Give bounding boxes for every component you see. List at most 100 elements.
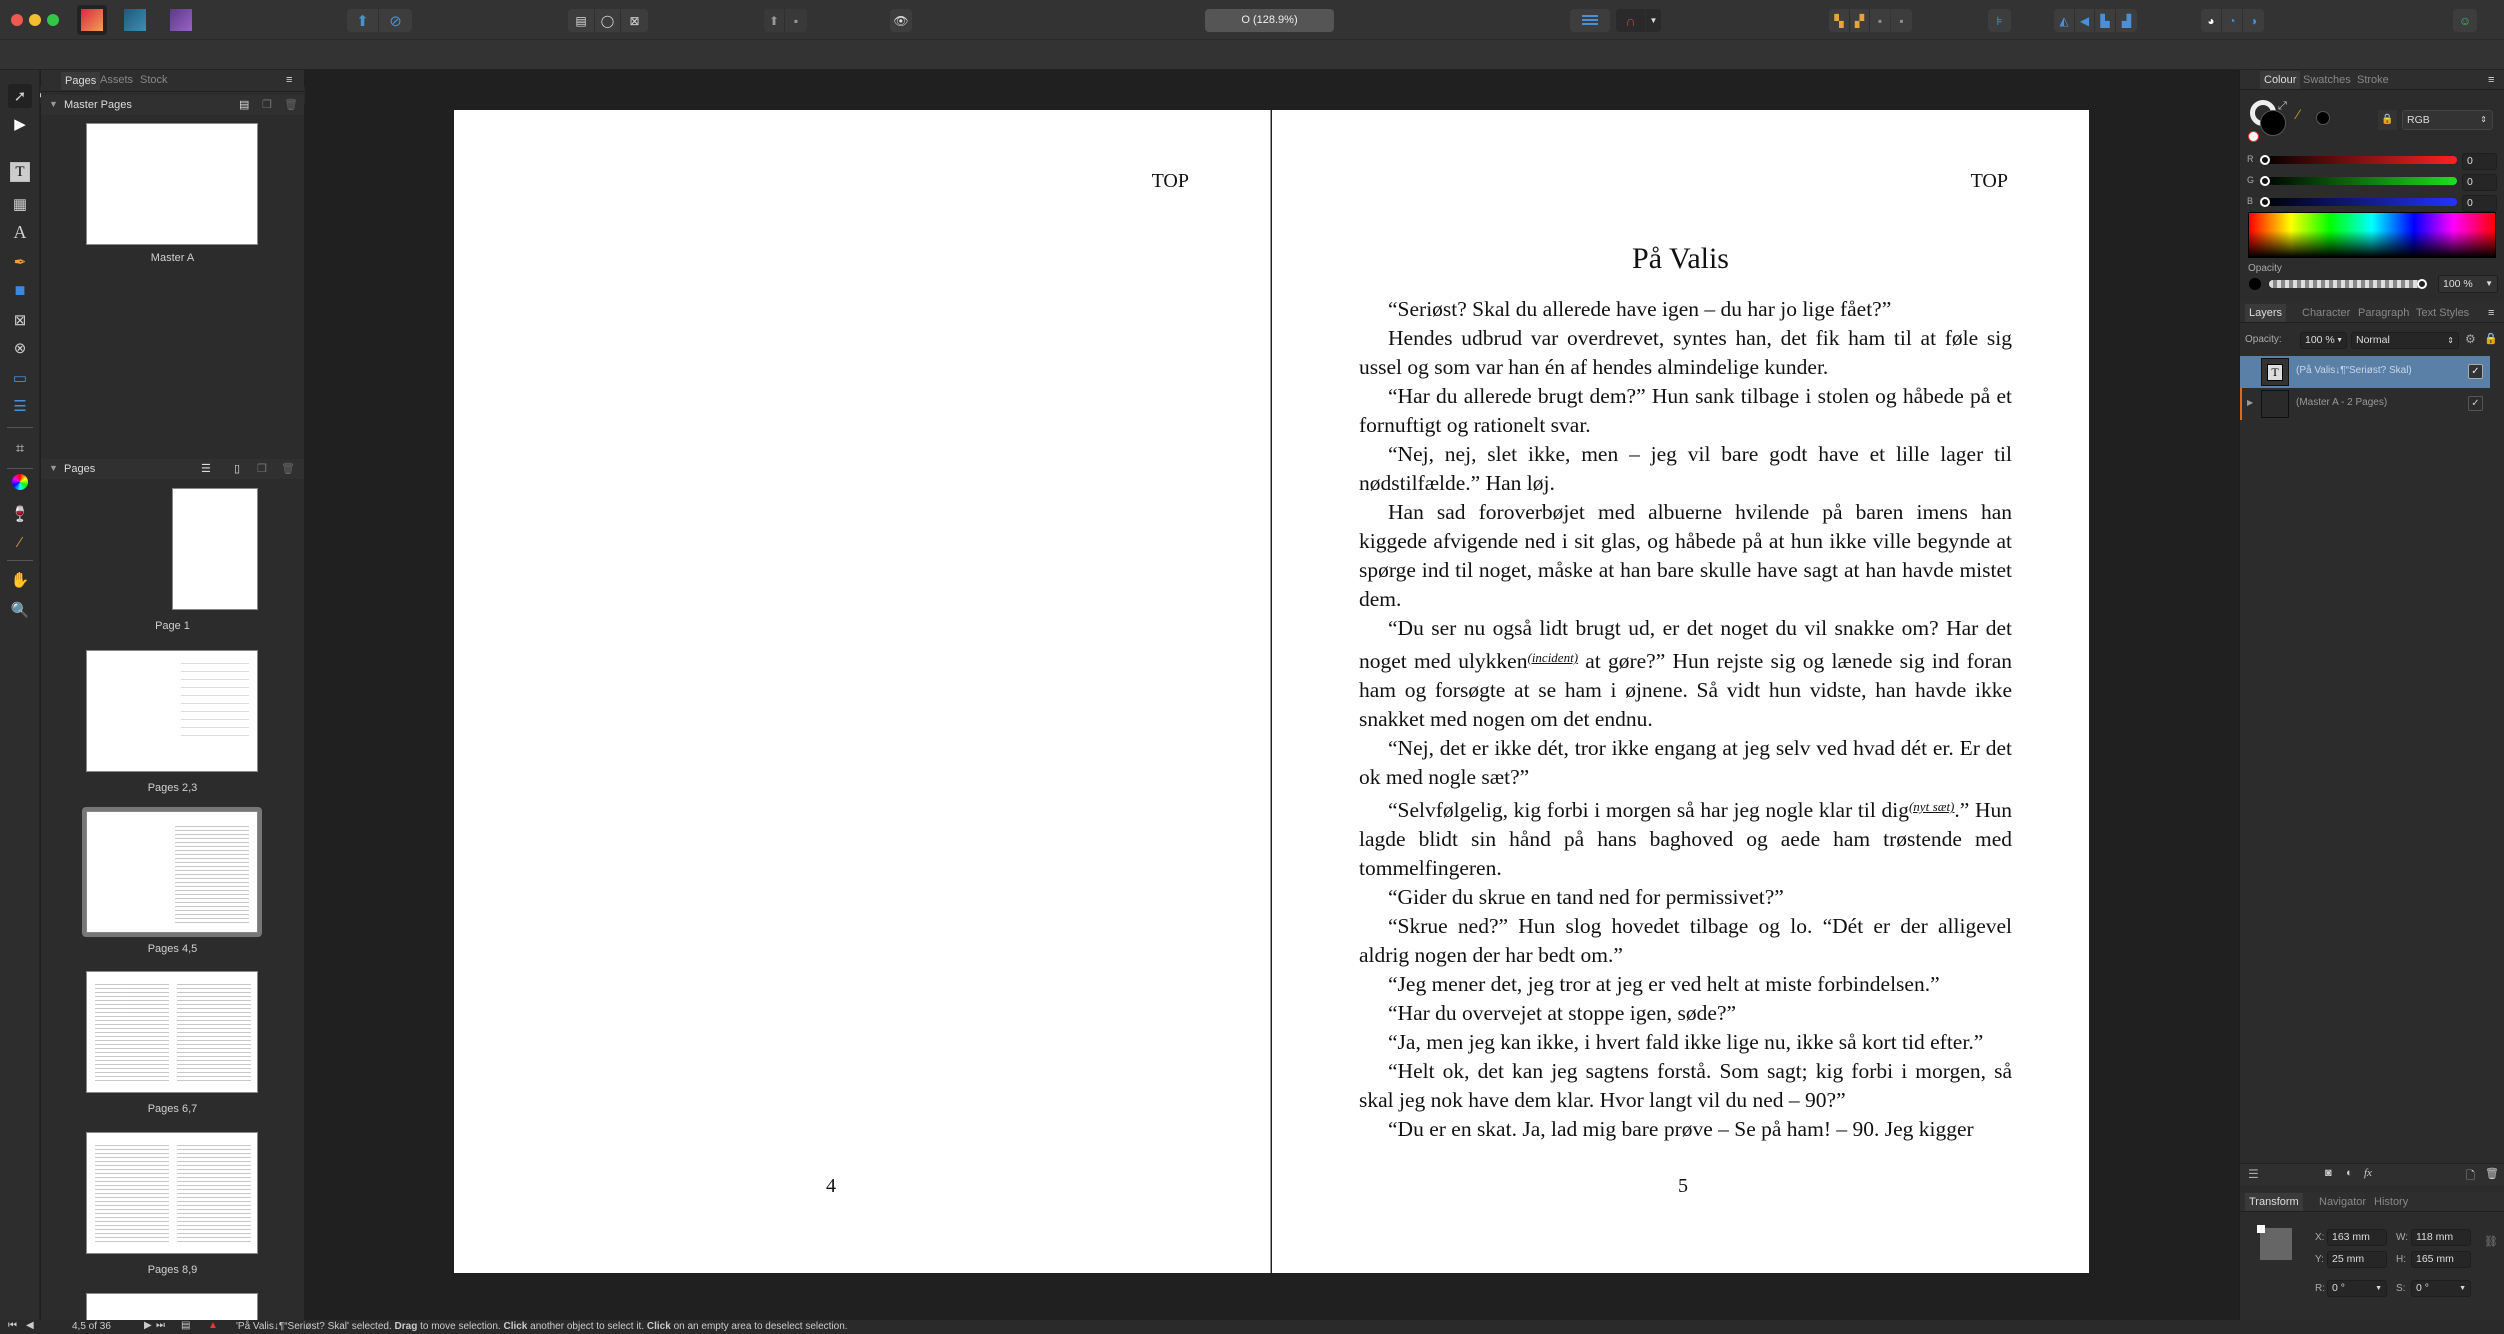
tab-stock[interactable]: Stock: [140, 74, 168, 86]
picture-frame-rectangle-icon[interactable]: ⊠: [8, 308, 32, 332]
panel-menu-icon[interactable]: ≡: [2488, 74, 2494, 86]
minimize-window-button[interactable]: [29, 14, 41, 26]
layer-opacity-field[interactable]: 100 % ▼: [2300, 332, 2347, 349]
body-text-frame[interactable]: “Seriøst? Skal du allerede have igen – d…: [1359, 295, 2012, 1144]
eyedropper-tool-icon[interactable]: ⁄: [8, 530, 32, 554]
move-back-icon[interactable]: ▚: [1829, 9, 1850, 32]
tab-paragraph[interactable]: Paragraph: [2358, 307, 2409, 319]
tab-text-styles[interactable]: Text Styles: [2416, 307, 2469, 319]
zoom-level-display[interactable]: O (128.9%): [1205, 9, 1334, 32]
blue-value-field[interactable]: 0: [2462, 195, 2497, 212]
snapping-options-dropdown[interactable]: ▼: [1646, 9, 1661, 32]
move-forward-icon[interactable]: ▞: [1850, 9, 1870, 32]
table-tool-icon[interactable]: ▦: [8, 192, 32, 216]
place-image-tool-icon[interactable]: ▭: [8, 366, 32, 390]
move-to-back-icon[interactable]: ▪: [1891, 9, 1912, 32]
rotate-right-icon[interactable]: ▟: [2116, 9, 2137, 32]
opacity-slider-knob[interactable]: [2417, 279, 2427, 289]
collapse-triangle-icon[interactable]: ▼: [49, 463, 58, 473]
add-page-icon[interactable]: ▯: [234, 462, 240, 475]
x-position-field[interactable]: 163 mm: [2327, 1229, 2387, 1246]
blend-mode-select[interactable]: Normal ⇕: [2351, 332, 2459, 349]
text-wrap-square-icon[interactable]: ▤: [568, 9, 595, 32]
designer-persona-icon[interactable]: [124, 9, 146, 31]
link-proportions-icon[interactable]: ⛓: [2484, 1235, 2498, 1248]
preview-mode-icon[interactable]: 👁: [890, 9, 912, 32]
collapse-triangle-icon[interactable]: ▼: [49, 99, 58, 109]
add-master-icon[interactable]: ▤: [239, 98, 249, 111]
panel-menu-icon[interactable]: ≡: [2488, 307, 2494, 319]
transparency-tool-icon[interactable]: 🍷: [8, 502, 32, 526]
mask-icon[interactable]: ◙: [2325, 1167, 2332, 1179]
zoom-window-button[interactable]: [47, 14, 59, 26]
flip-vertical-icon[interactable]: ◀: [2075, 9, 2095, 32]
anchor-point-active[interactable]: [2257, 1225, 2265, 1233]
master-pages-header[interactable]: ▼ Master Pages ▤ ❐ 🗑: [41, 95, 304, 115]
artistic-text-tool-icon[interactable]: A: [8, 220, 32, 244]
anchor-point-selector[interactable]: [2257, 1225, 2292, 1260]
layer-visibility-checkbox[interactable]: ✓: [2468, 364, 2483, 379]
tab-pages[interactable]: Pages: [61, 72, 101, 90]
left-page[interactable]: TOP 4: [454, 110, 1271, 1273]
baseline-grid-icon[interactable]: [1570, 9, 1610, 32]
unpin-icon[interactable]: ▪: [785, 9, 807, 32]
green-slider[interactable]: [2260, 176, 2457, 186]
pages-4-5-thumbnail[interactable]: [86, 811, 258, 933]
alert-icon[interactable]: ▲: [208, 1320, 218, 1331]
boolean-intersect-icon[interactable]: ◑: [2243, 9, 2264, 32]
page-options-icon[interactable]: ☰: [201, 462, 211, 475]
account-user-icon[interactable]: ☺: [2453, 9, 2477, 32]
no-colour-icon[interactable]: [2248, 131, 2259, 142]
right-page[interactable]: TOP På Valis “Seriøst? Skal du allerede …: [1272, 110, 2089, 1273]
flip-horizontal-icon[interactable]: ◭: [2054, 9, 2075, 32]
layer-row-selected[interactable]: T (På Valis↓¶“Seriøst? Skal) ✓: [2240, 356, 2490, 388]
colour-picker-tool-icon[interactable]: [12, 474, 28, 490]
tab-swatches[interactable]: Swatches: [2303, 74, 2351, 86]
expand-layer-icon[interactable]: ▶: [2247, 398, 2253, 407]
tab-layers[interactable]: Layers: [2245, 304, 2287, 322]
height-field[interactable]: 165 mm: [2411, 1251, 2471, 1268]
text-wrap-none-icon[interactable]: ⊠: [621, 9, 648, 32]
document-canvas[interactable]: TOP 4 TOP På Valis “Seriøst? Skal du all…: [305, 70, 2238, 1320]
tab-transform[interactable]: Transform: [2245, 1193, 2303, 1211]
opacity-field[interactable]: 100 % ▼: [2438, 275, 2498, 293]
hand-tool-icon[interactable]: ✋: [8, 568, 32, 592]
pen-tool-icon[interactable]: ✒: [8, 250, 32, 274]
tab-stroke[interactable]: Stroke: [2357, 74, 2389, 86]
crop-tool-icon[interactable]: ⌗: [8, 436, 32, 460]
align-icon[interactable]: ⊧: [1988, 9, 2011, 32]
pages-header[interactable]: ▼ Pages ☰ ▯ ❐ 🗑: [41, 459, 304, 479]
pages-2-3-thumbnail[interactable]: [86, 650, 258, 772]
red-slider-knob[interactable]: [2260, 155, 2270, 165]
tab-history[interactable]: History: [2374, 1196, 2408, 1208]
layer-settings-gear-icon[interactable]: ⚙: [2465, 332, 2476, 346]
boolean-subtract-icon[interactable]: ◔: [2222, 9, 2243, 32]
delete-master-icon[interactable]: 🗑: [284, 98, 298, 111]
opacity-slider[interactable]: [2269, 279, 2427, 289]
node-tool-icon[interactable]: ▶: [8, 112, 32, 136]
rotation-field[interactable]: 0 ° ▼: [2327, 1280, 2387, 1297]
green-slider-knob[interactable]: [2260, 176, 2270, 186]
first-spread-button[interactable]: ⏮: [8, 1320, 17, 1331]
colour-eyedropper-icon[interactable]: ⁄: [2297, 106, 2299, 122]
text-wrap-tight-icon[interactable]: ◯: [595, 9, 621, 32]
layer-row[interactable]: ▶ (Master A - 2 Pages) ✓: [2240, 388, 2490, 420]
colour-spectrum[interactable]: [2248, 212, 2496, 258]
frame-text-tool-icon[interactable]: T: [10, 162, 30, 182]
previous-spread-button[interactable]: ◀: [26, 1320, 34, 1331]
picture-frame-ellipse-icon[interactable]: ⊗: [8, 336, 32, 360]
last-spread-button[interactable]: ⏭: [156, 1320, 165, 1331]
move-tool-icon[interactable]: ➚: [8, 84, 32, 108]
tab-navigator[interactable]: Navigator: [2319, 1196, 2366, 1208]
move-to-front-icon[interactable]: ▪: [1870, 9, 1891, 32]
next-spread-button[interactable]: ▶: [144, 1320, 152, 1331]
add-layer-icon[interactable]: 🗋: [2466, 1167, 2475, 1186]
pin-icon[interactable]: ⬆: [764, 9, 785, 32]
pages-8-9-thumbnail[interactable]: [86, 1132, 258, 1254]
colour-model-select[interactable]: RGB ⇕: [2402, 110, 2493, 130]
layers-stack-icon[interactable]: ☰: [2248, 1167, 2259, 1181]
swap-colours-icon[interactable]: ⤢: [2278, 100, 2287, 113]
zoom-tool-icon[interactable]: 🔍: [8, 598, 32, 622]
tab-character[interactable]: Character: [2302, 307, 2350, 319]
snapping-magnet-icon[interactable]: ∩: [1616, 9, 1646, 32]
